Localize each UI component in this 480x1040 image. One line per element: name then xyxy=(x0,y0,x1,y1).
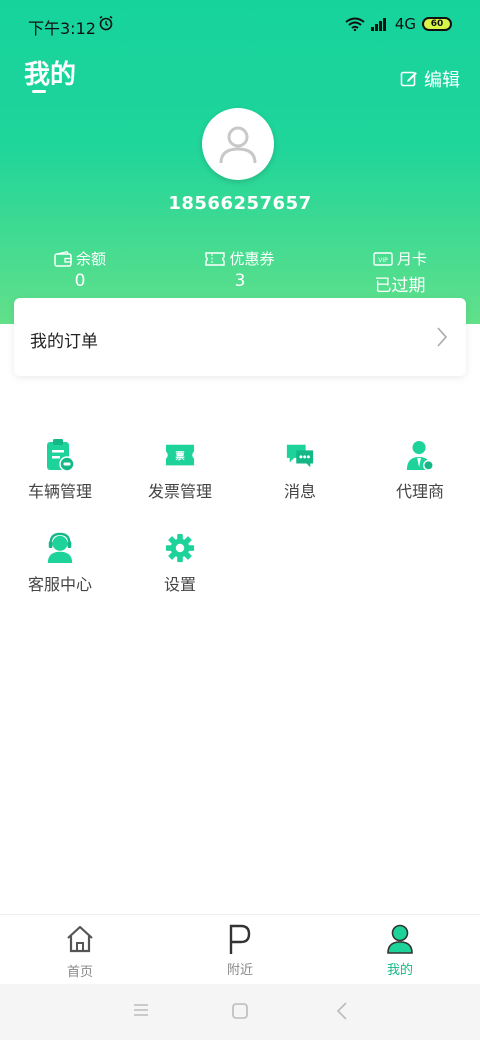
home-button-icon[interactable] xyxy=(231,1002,249,1020)
grid-vehicle-management-label: 车辆管理 xyxy=(27,482,92,501)
tab-home-label: 首页 xyxy=(66,965,93,980)
grid-customer-service[interactable]: 客服中心 xyxy=(0,531,120,595)
vip-card-icon: VIP xyxy=(373,251,393,266)
bottom-tab-bar: 首页 附近 我的 xyxy=(0,914,480,984)
grid-vehicle-management[interactable]: 车辆管理 xyxy=(0,438,120,502)
tab-mine[interactable]: 我的 xyxy=(350,923,450,978)
stat-balance[interactable]: 余额 0 xyxy=(20,248,140,291)
tab-nearby[interactable]: 附近 xyxy=(190,923,290,978)
user-phone: 18566257657 xyxy=(168,193,312,214)
wifi-icon xyxy=(345,17,365,31)
tab-nearby-label: 附近 xyxy=(226,963,253,978)
grid-messages[interactable]: 消息 xyxy=(240,438,360,502)
back-icon[interactable] xyxy=(336,1002,348,1020)
status-indicators: 4G 60 xyxy=(345,15,452,33)
stat-balance-value: 0 xyxy=(74,271,86,291)
system-nav-bar xyxy=(0,984,480,1040)
signal-icon xyxy=(370,18,386,31)
gear-icon xyxy=(165,533,195,563)
my-orders-row[interactable]: 我的订单 xyxy=(14,298,466,376)
avatar[interactable] xyxy=(202,108,274,180)
stat-monthly-card-label: 月卡 xyxy=(396,250,427,268)
stat-monthly-card[interactable]: VIP 月卡 已过期 xyxy=(340,248,460,296)
wallet-icon xyxy=(54,250,72,267)
title-underline xyxy=(32,90,46,93)
grid-agent-label: 代理商 xyxy=(395,482,444,501)
alarm-icon xyxy=(99,15,113,31)
chevron-right-icon xyxy=(437,327,448,347)
invoice-ticket-icon: 票 xyxy=(165,444,195,466)
headset-agent-icon xyxy=(47,532,73,563)
battery-level: 60 xyxy=(430,19,444,29)
stat-monthly-card-value: 已过期 xyxy=(374,276,426,296)
edit-button[interactable]: 编辑 xyxy=(400,66,460,92)
battery-icon: 60 xyxy=(422,17,452,31)
tab-mine-label: 我的 xyxy=(386,963,413,978)
tab-home[interactable]: 首页 xyxy=(30,923,130,980)
stat-coupons[interactable]: 优惠券 3 xyxy=(180,248,300,291)
page-title: 我的 xyxy=(24,60,77,90)
user-icon xyxy=(387,924,413,954)
grid-invoice-management[interactable]: 票 发票管理 xyxy=(120,438,240,502)
stat-balance-label: 余额 xyxy=(75,250,106,268)
grid-settings-label: 设置 xyxy=(163,575,196,594)
menu-icon[interactable] xyxy=(133,1002,149,1018)
grid-messages-label: 消息 xyxy=(283,482,316,501)
coupon-icon xyxy=(205,251,226,266)
grid-customer-service-label: 客服中心 xyxy=(27,575,92,594)
agent-person-icon xyxy=(406,440,434,471)
home-icon xyxy=(67,925,93,953)
grid-agent[interactable]: 代理商 xyxy=(360,438,480,502)
network-type: 4G xyxy=(394,15,416,33)
status-time: 下午3:12 xyxy=(28,19,96,38)
stat-coupons-label: 优惠券 xyxy=(229,250,275,268)
vehicle-clipboard-icon xyxy=(47,439,75,472)
grid-settings[interactable]: 设置 xyxy=(120,531,240,595)
svg-text:VIP: VIP xyxy=(378,257,388,264)
svg-text:票: 票 xyxy=(175,450,185,462)
status-bar: 下午3:12 4G 60 xyxy=(0,0,480,50)
my-orders-label: 我的订单 xyxy=(30,332,98,352)
grid-invoice-management-label: 发票管理 xyxy=(147,482,212,501)
edit-icon xyxy=(400,71,417,87)
edit-label: 编辑 xyxy=(424,70,460,91)
default-avatar-icon xyxy=(219,126,257,164)
parking-icon xyxy=(229,924,251,954)
stat-coupons-value: 3 xyxy=(234,271,246,291)
chat-bubbles-icon xyxy=(286,444,314,468)
